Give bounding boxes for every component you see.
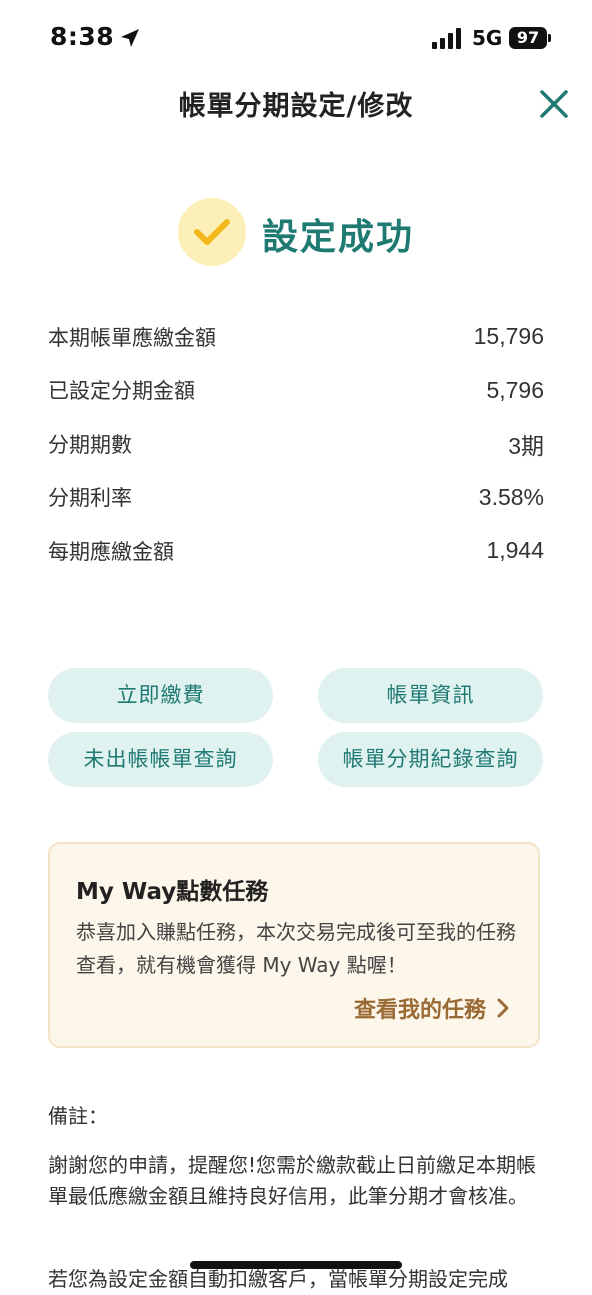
cellular-signal-icon bbox=[432, 28, 461, 49]
detail-value: 5,796 bbox=[486, 376, 544, 403]
success-check-badge bbox=[178, 198, 246, 266]
detail-label: 本期帳單應繳金額 bbox=[48, 325, 216, 350]
notes-label: 備註： bbox=[48, 1104, 108, 1128]
detail-row-interest-rate: 分期利率 3.58% bbox=[48, 471, 544, 525]
mission-title: My Way點數任務 bbox=[76, 879, 269, 905]
pay-now-button[interactable]: 立即繳費 bbox=[48, 668, 273, 723]
home-indicator[interactable] bbox=[190, 1261, 402, 1269]
success-message: 設定成功 bbox=[262, 217, 415, 258]
page-title: 帳單分期設定/修改 bbox=[178, 91, 414, 122]
mission-description: 恭喜加入賺點任務，本次交易完成後可至我的任務查看，就有機會獲得 My Way 點… bbox=[76, 920, 516, 977]
detail-value: 1,944 bbox=[486, 537, 544, 564]
check-icon bbox=[194, 219, 230, 245]
network-label: 5G bbox=[472, 26, 503, 50]
detail-value: 15,796 bbox=[473, 323, 544, 350]
detail-label: 已設定分期金額 bbox=[48, 379, 195, 404]
detail-row-installment-amount: 已設定分期金額 5,796 bbox=[48, 364, 544, 418]
detail-label: 分期期數 bbox=[48, 432, 132, 457]
detail-label: 每期應繳金額 bbox=[48, 539, 174, 564]
success-banner: 設定成功 bbox=[178, 198, 438, 268]
battery-icon: 97 bbox=[509, 27, 547, 49]
detail-row-installment-periods: 分期期數 3期 bbox=[48, 417, 544, 471]
installment-history-button[interactable]: 帳單分期紀錄查詢 bbox=[318, 732, 543, 787]
close-icon bbox=[540, 90, 568, 118]
detail-row-per-period-amount: 每期應繳金額 1,944 bbox=[48, 524, 544, 578]
notes-text: 謝謝您的申請，提醒您!您需於繳款截止日前繳足本期帳單最低應繳金額且維持良好信用，… bbox=[48, 1153, 537, 1208]
detail-row-statement-amount: 本期帳單應繳金額 15,796 bbox=[48, 310, 544, 364]
status-bar: 8:38 5G 97 bbox=[0, 0, 592, 80]
battery-tip bbox=[548, 34, 551, 42]
status-time: 8:38 bbox=[50, 22, 115, 51]
view-missions-link[interactable]: 查看我的任務 bbox=[354, 992, 510, 1024]
location-arrow-icon bbox=[121, 29, 139, 47]
view-missions-label: 查看我的任務 bbox=[353, 998, 486, 1023]
detail-value: 3.58% bbox=[478, 483, 544, 510]
detail-label: 分期利率 bbox=[48, 486, 132, 511]
close-button[interactable] bbox=[532, 82, 576, 126]
bill-info-button[interactable]: 帳單資訊 bbox=[318, 668, 543, 723]
mission-card: My Way點數任務 恭喜加入賺點任務，本次交易完成後可至我的任務查看，就有機會… bbox=[48, 842, 540, 1048]
unbilled-query-button[interactable]: 未出帳帳單查詢 bbox=[48, 732, 273, 787]
detail-value: 3期 bbox=[508, 432, 544, 459]
installment-details: 本期帳單應繳金額 15,796 已設定分期金額 5,796 分期期數 3期 分期… bbox=[48, 310, 544, 578]
chevron-right-icon bbox=[497, 998, 509, 1018]
